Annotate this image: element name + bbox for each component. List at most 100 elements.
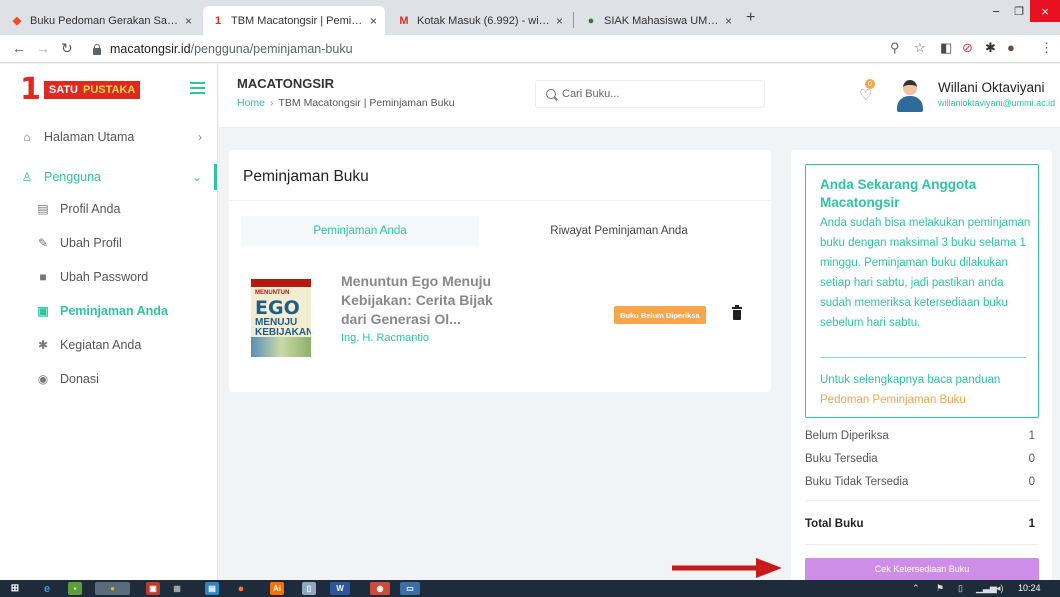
back-icon[interactable]: ← — [12, 40, 26, 56]
taskbar-clock[interactable]: 10:24 — [1018, 583, 1041, 593]
total-value: 1 — [1028, 518, 1035, 530]
tab-title: Kotak Masuk (6.992) - willaniokta — [417, 14, 550, 27]
search-input[interactable]: Cari Buku... — [535, 80, 765, 108]
sidebar-item-donasi[interactable]: ◉ Donasi — [0, 362, 218, 396]
tray-volume-icon[interactable]: ◂) — [996, 583, 1004, 594]
forward-icon[interactable]: → — [36, 40, 50, 56]
avatar[interactable] — [895, 78, 925, 112]
stat-row-buku-tidak-tersedia: Buku Tidak Tersedia 0 — [805, 476, 1039, 488]
windows-start-icon[interactable]: ⊞ — [8, 582, 22, 595]
adblock-icon[interactable]: ⊘ — [962, 40, 973, 56]
word-icon[interactable]: W — [330, 582, 350, 595]
stat-value: 0 — [1028, 476, 1035, 488]
sidebar-item-profil-anda[interactable]: ▤ Profil Anda — [0, 192, 218, 226]
sidebar-item-label: Ubah Password — [60, 270, 149, 284]
user-name[interactable]: Willani Oktaviyani — [938, 80, 1045, 95]
id-card-icon: ▤ — [37, 202, 49, 216]
info-more-text: Untuk selengkapnya baca panduan — [820, 374, 1001, 386]
sidebar-item-label: Pengguna — [44, 170, 102, 184]
cover-top-text: MENUNTUN — [255, 290, 290, 296]
app2-icon[interactable]: ◉ — [370, 582, 390, 595]
gallery-icon[interactable]: ▤ — [205, 582, 219, 595]
check-availability-button[interactable]: Cek Ketersediaan Buku — [805, 558, 1039, 580]
logo-satu: SATU — [43, 81, 84, 99]
breadcrumb: Home › TBM Macatongsir | Peminjaman Buku — [237, 97, 455, 109]
info-title: Anda Sekarang Anggota Macatongsir — [820, 177, 977, 210]
close-tab-icon[interactable]: × — [556, 14, 563, 28]
breadcrumb-home-link[interactable]: Home — [237, 97, 265, 109]
page-title: MACATONGSIR — [237, 76, 335, 91]
edit-icon: ✎ — [37, 236, 49, 250]
star-icon[interactable]: ☆ — [914, 40, 926, 56]
gmail-icon: M — [399, 14, 409, 27]
stat-row-belum-diperiksa: Belum Diperiksa 1 — [805, 430, 1039, 442]
close-tab-icon[interactable]: × — [725, 14, 732, 28]
close-window-button[interactable]: × — [1030, 0, 1060, 22]
sidebar-item-pengguna[interactable]: ♙ Pengguna ⌄ — [0, 160, 218, 194]
book-cover-image[interactable]: MENUNTUN EGO MENUJU KEBIJAKAN — [251, 279, 311, 357]
sidebar-item-label: Profil Anda — [60, 202, 121, 216]
tab-peminjaman-anda[interactable]: Peminjaman Anda — [241, 216, 479, 246]
sidebar-item-kegiatan-anda[interactable]: ✱ Kegiatan Anda — [0, 328, 218, 362]
tray-battery-icon[interactable]: ▯ — [958, 583, 963, 594]
minimize-button[interactable]: − — [985, 0, 1007, 22]
user-icon: ♙ — [21, 170, 33, 184]
donation-icon: ◉ — [37, 372, 49, 386]
store-icon[interactable]: ▪ — [68, 582, 82, 595]
browser-tab[interactable]: ● SIAK Mahasiswa UMMI - 2020 × — [576, 6, 740, 35]
app-header: MACATONGSIR Home › TBM Macatongsir | Pemin… — [219, 64, 1060, 128]
close-tab-icon[interactable]: × — [370, 14, 377, 28]
satu-pustaka-logo[interactable]: 1 SATU PUSTAKA — [20, 75, 141, 105]
sidebar-item-ubah-profil[interactable]: ✎ Ubah Profil — [0, 226, 218, 260]
tab-riwayat-peminjaman[interactable]: Riwayat Peminjaman Anda — [479, 216, 759, 246]
status-badge: Buku Belum Diperiksa — [614, 306, 706, 324]
reload-icon[interactable]: ↻ — [61, 40, 73, 57]
book-author[interactable]: Ing. H. Racmantio — [341, 332, 429, 344]
notepad-icon[interactable]: ▯ — [302, 582, 316, 595]
calendar-icon[interactable]: ▦ — [170, 582, 184, 595]
breadcrumb-current: TBM Macatongsir | Peminjaman Buku — [278, 97, 455, 109]
book-title[interactable]: Menuntun Ego Menuju Kebijakan: Cerita Bi… — [341, 272, 501, 329]
browser-menu-icon[interactable]: ⋮ — [1040, 40, 1053, 56]
guide-link[interactable]: Pedoman Peminjaman Buku — [820, 394, 966, 406]
loan-card: Peminjaman Buku Peminjaman Anda Riwayat … — [229, 150, 771, 392]
chrome-taskbar-icon[interactable]: ● — [95, 582, 130, 595]
tray-signal-icon[interactable]: ▁▃▅ — [976, 583, 997, 594]
profile-avatar-icon[interactable]: ● — [1007, 40, 1015, 55]
close-tab-icon[interactable]: × — [185, 14, 192, 28]
notification-icon[interactable]: ♡ 0 — [859, 79, 875, 104]
app-icon[interactable]: ▣ — [146, 582, 160, 595]
firefox-icon[interactable]: ● — [234, 582, 248, 595]
trash-icon[interactable] — [732, 305, 742, 320]
maximize-button[interactable]: ❐ — [1009, 0, 1029, 22]
extension-icon[interactable]: ◧ — [940, 40, 952, 56]
hamburger-menu-icon[interactable] — [190, 82, 205, 94]
summary-card: Anda Sekarang Anggota Macatongsir Anda s… — [791, 150, 1052, 580]
tray-flag-icon[interactable]: ⚑ — [936, 583, 944, 594]
tab-title: TBM Macatongsir | Peminjaman — [231, 14, 364, 27]
url-bar[interactable]: macatongsir.id/pengguna/peminjaman-buku — [92, 38, 957, 60]
breadcrumb-separator: › — [270, 97, 274, 109]
lock-icon: ■ — [39, 270, 47, 284]
info-body: Anda sudah bisa melakukan peminjaman buk… — [820, 217, 1031, 329]
app3-icon[interactable]: ▭ — [400, 582, 420, 595]
new-tab-button[interactable]: + — [746, 9, 755, 27]
taskbar: ⊞ e ▪ ● ▣ ▦ ▤ ● Ai ▯ W ◉ ▭ ⌃ ⚑ ▯ ▁▃▅ ◂) … — [0, 580, 1060, 597]
tray-chevron-icon[interactable]: ⌃ — [912, 583, 920, 594]
divider — [229, 200, 771, 201]
browser-tab-active[interactable]: 1 TBM Macatongsir | Peminjaman × — [203, 6, 385, 35]
zoom-icon[interactable]: ⚲ — [890, 40, 900, 56]
user-email: willanioktaviyani@ummi.ac.id — [938, 98, 1056, 108]
url-path: /pengguna/peminjaman-buku — [190, 42, 353, 56]
sidebar-item-peminjaman-anda[interactable]: ▣ Peminjaman Anda — [0, 294, 218, 328]
sidebar-item-halaman-utama[interactable]: ⌂ Halaman Utama › — [0, 120, 218, 154]
tab-title: Buku Pedoman Gerakan Satu Pu — [30, 14, 179, 27]
sidebar-item-label: Peminjaman Anda — [60, 304, 168, 318]
ie-icon[interactable]: e — [40, 582, 54, 595]
puzzle-icon[interactable]: ✱ — [985, 40, 996, 56]
sidebar-item-ubah-password[interactable]: ■ Ubah Password — [0, 260, 218, 294]
illustrator-icon[interactable]: Ai — [270, 582, 284, 595]
browser-tab[interactable]: ◆ Buku Pedoman Gerakan Satu Pu × — [2, 6, 200, 35]
cover-title-text: EGO — [255, 297, 300, 319]
browser-tab[interactable]: M Kotak Masuk (6.992) - willaniokta × — [389, 6, 571, 35]
